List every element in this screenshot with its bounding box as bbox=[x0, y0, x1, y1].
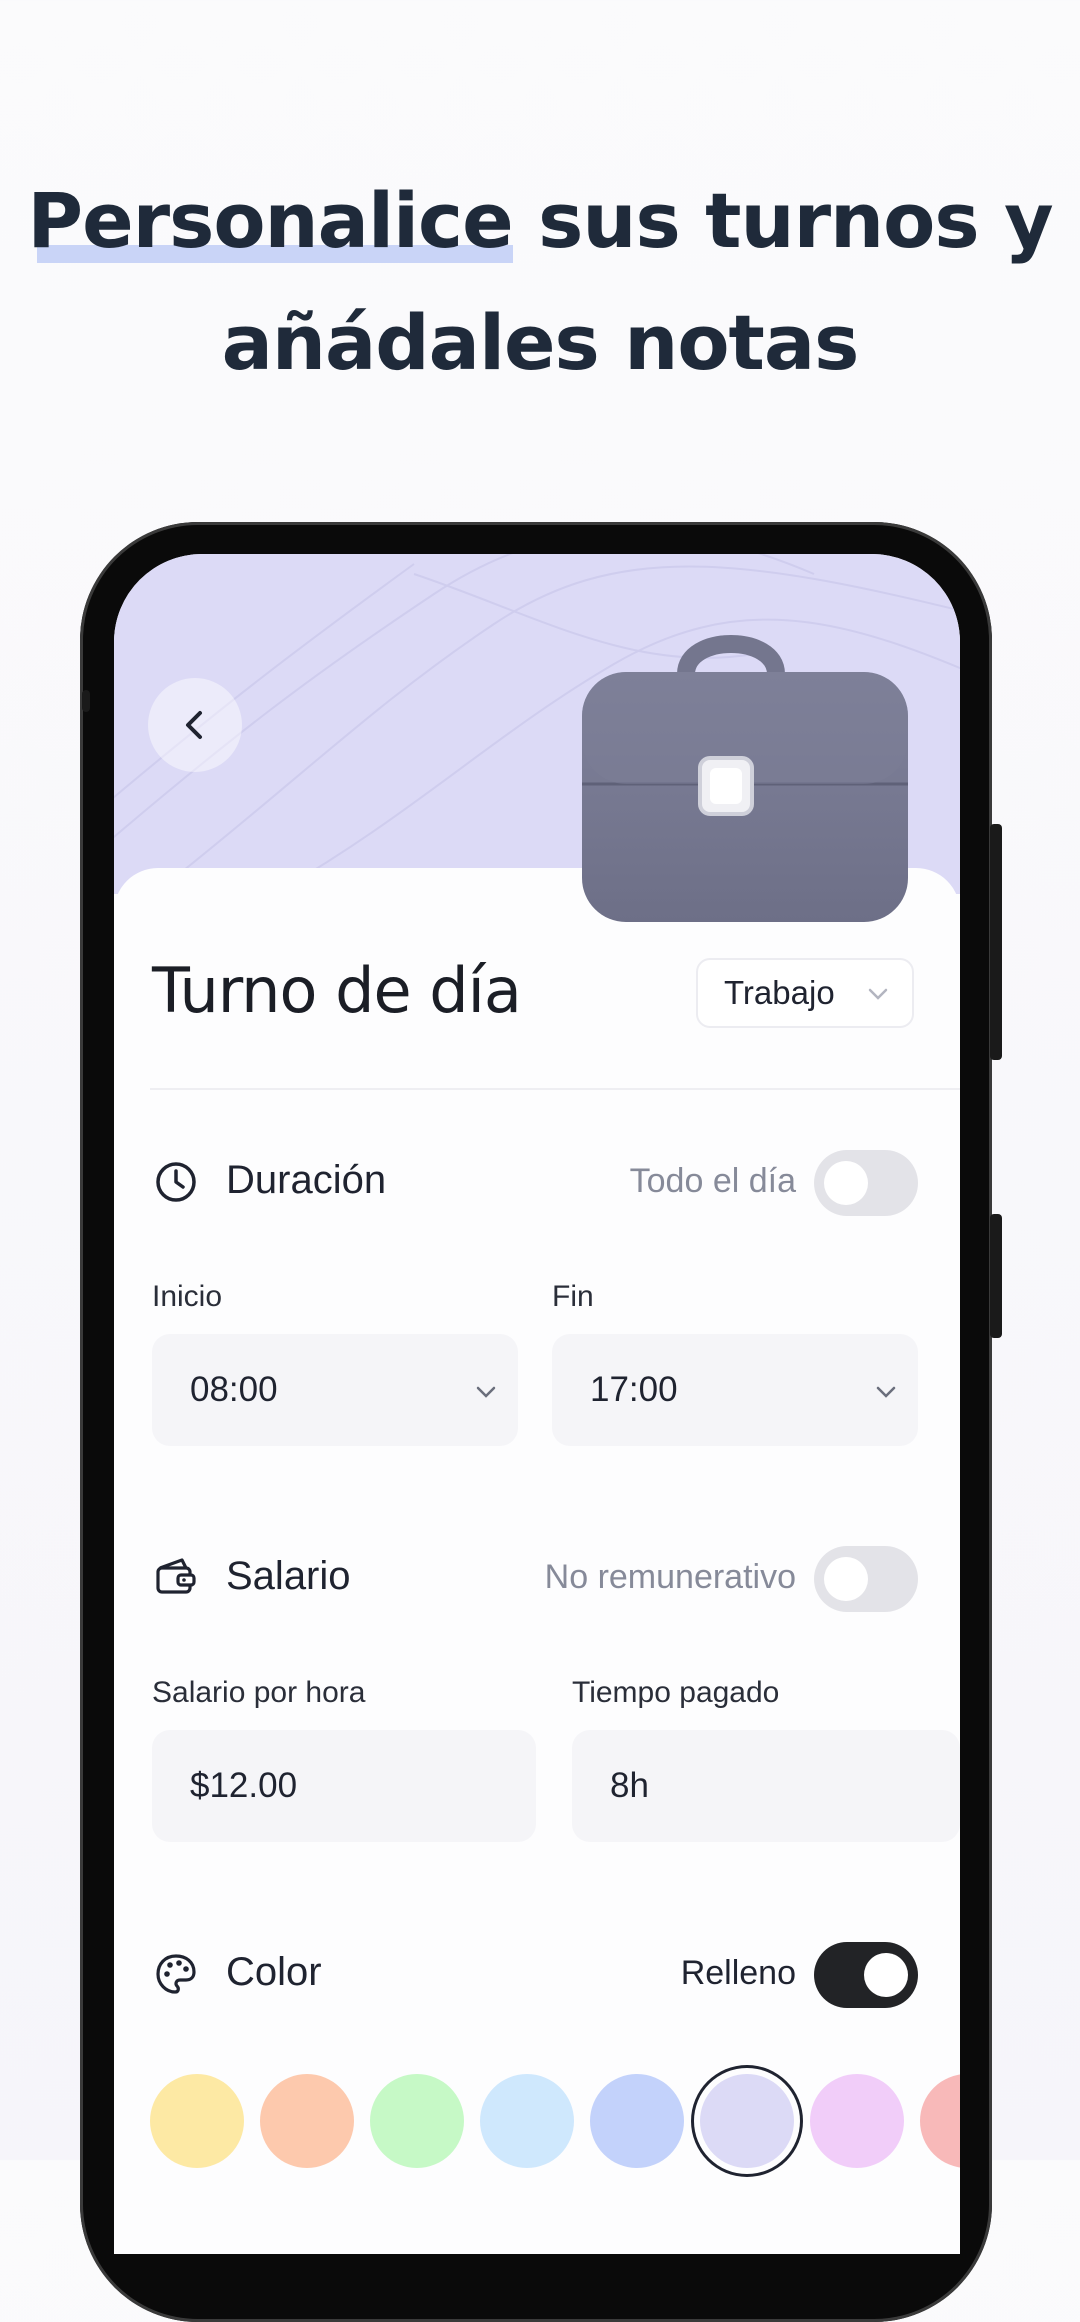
color-swatch[interactable] bbox=[150, 2074, 244, 2168]
all-day-toggle[interactable] bbox=[814, 1150, 918, 1216]
power-button bbox=[990, 1214, 1002, 1338]
end-time-value: 17:00 bbox=[590, 1370, 678, 1409]
paid-time-label: Tiempo pagado bbox=[572, 1676, 780, 1709]
headline-highlight: Personalice bbox=[27, 176, 513, 265]
color-swatch[interactable] bbox=[260, 2074, 354, 2168]
hourly-rate-input[interactable]: $12.00 bbox=[152, 1730, 536, 1842]
side-notch bbox=[82, 690, 90, 712]
start-time-select[interactable]: 08:00 bbox=[152, 1334, 518, 1446]
headline-line1-rest: sus turnos y bbox=[512, 176, 1054, 265]
all-day-label: Todo el día bbox=[629, 1162, 796, 1200]
color-swatch[interactable] bbox=[700, 2074, 794, 2168]
fill-toggle[interactable] bbox=[814, 1942, 918, 2008]
category-select[interactable]: Trabajo bbox=[696, 958, 914, 1028]
toggle-knob bbox=[824, 1161, 868, 1205]
toggle-knob bbox=[824, 1557, 868, 1601]
divider bbox=[150, 1088, 960, 1090]
end-time-select[interactable]: 17:00 bbox=[552, 1334, 918, 1446]
color-swatch[interactable] bbox=[810, 2074, 904, 2168]
hourly-rate-label: Salario por hora bbox=[152, 1676, 366, 1709]
headline-line2: añádales notas bbox=[221, 298, 860, 387]
color-swatch[interactable] bbox=[480, 2074, 574, 2168]
toggle-knob bbox=[864, 1953, 908, 1997]
end-label: Fin bbox=[552, 1280, 594, 1313]
start-label: Inicio bbox=[152, 1280, 223, 1313]
clock-icon bbox=[156, 1162, 196, 1202]
color-title: Color bbox=[226, 1950, 322, 1994]
salary-title: Salario bbox=[226, 1554, 351, 1598]
back-button[interactable] bbox=[148, 678, 242, 772]
unpaid-label: No remunerativo bbox=[544, 1558, 796, 1596]
chevron-down-icon bbox=[868, 988, 888, 1000]
app-screen: Turno de día Trabajo Duración Todo el dí… bbox=[114, 554, 960, 2254]
chevron-down-icon bbox=[876, 1386, 896, 1398]
start-time-value: 08:00 bbox=[190, 1370, 278, 1409]
fill-label: Relleno bbox=[680, 1954, 796, 1992]
briefcase-icon bbox=[582, 635, 908, 922]
color-swatch[interactable] bbox=[370, 2074, 464, 2168]
unpaid-toggle[interactable] bbox=[814, 1546, 918, 1612]
wallet-icon bbox=[156, 1558, 196, 1594]
chevron-left-icon bbox=[186, 711, 202, 739]
color-swatch[interactable] bbox=[590, 2074, 684, 2168]
duration-title: Duración bbox=[226, 1158, 387, 1202]
palette-icon bbox=[156, 1954, 196, 1994]
volume-button bbox=[990, 824, 1002, 1060]
category-select-value: Trabajo bbox=[724, 974, 835, 1011]
page-headline: Personalice sus turnos y añádales notas bbox=[0, 160, 1080, 404]
shift-title[interactable]: Turno de día bbox=[152, 954, 522, 1027]
chevron-down-icon bbox=[476, 1386, 496, 1398]
paid-time-input[interactable]: 8h bbox=[572, 1730, 960, 1842]
